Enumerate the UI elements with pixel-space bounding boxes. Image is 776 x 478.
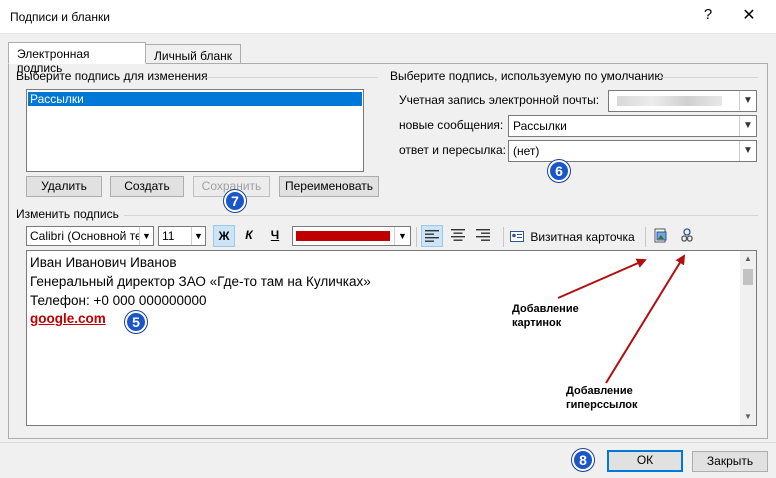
arrow-to-hyperlink xyxy=(605,254,686,384)
annotation-arrows xyxy=(557,254,686,384)
step-badge-7: 7 xyxy=(224,190,246,212)
annotation-hyperlinks: Добавление гиперссылок xyxy=(566,385,638,411)
step-badge-8: 8 xyxy=(572,449,594,471)
arrow-to-picture xyxy=(557,258,647,299)
step-badge-6: 6 xyxy=(548,160,570,182)
step-badge-5: 5 xyxy=(125,311,147,333)
footer-divider xyxy=(0,442,776,443)
tab-email-signature[interactable]: Электронная подпись xyxy=(8,42,146,75)
close-button[interactable]: Закрыть xyxy=(692,451,768,472)
ok-button[interactable]: ОК xyxy=(607,450,683,472)
annotation-pictures: Добавление картинок xyxy=(512,303,579,329)
